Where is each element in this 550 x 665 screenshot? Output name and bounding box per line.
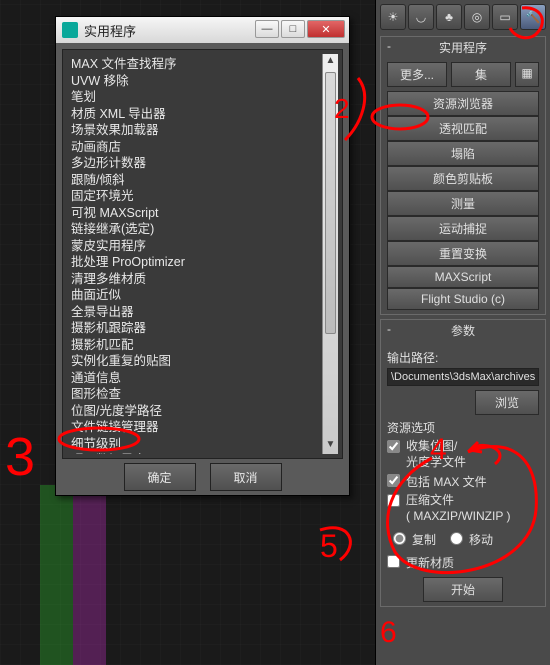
app-icon [62, 22, 78, 38]
scroll-down-icon[interactable]: ▼ [323, 438, 338, 454]
utilities-listbox[interactable]: MAX 文件查找程序UVW 移除笔划材质 XML 导出器场景效果加载器动画商店多… [67, 54, 338, 454]
command-panel-tabs: ☀ ◡ ♣ ◎ ▭ 🔨 [380, 4, 546, 30]
output-path-input[interactable] [387, 368, 539, 386]
reset-xform-button[interactable]: 重置变换 [387, 241, 539, 266]
resource-browser-button[interactable]: 资源浏览器 [387, 91, 539, 116]
list-item[interactable]: 通道信息 [71, 370, 334, 387]
display-tab-icon[interactable]: ▭ [492, 4, 518, 30]
dialog-titlebar[interactable]: 实用程序 — □ ✕ [56, 17, 349, 43]
list-item[interactable]: 文件链接管理器 [71, 419, 334, 436]
motion-capture-button[interactable]: 运动捕捉 [387, 216, 539, 241]
perspective-match-button[interactable]: 透视匹配 [387, 116, 539, 141]
copy-radio[interactable]: 复制 [393, 531, 436, 548]
color-clipboard-button[interactable]: 颜色剪贴板 [387, 166, 539, 191]
list-item[interactable]: 摄影机匹配 [71, 337, 334, 354]
list-item[interactable]: 场景效果加载器 [71, 122, 334, 139]
motion-tab-icon[interactable]: ◎ [464, 4, 490, 30]
ok-button[interactable]: 确定 [124, 463, 196, 491]
collect-bitmap-checkbox[interactable]: 收集位图/光度学文件 [387, 439, 539, 470]
create-tab-icon[interactable]: ☀ [380, 4, 406, 30]
list-item[interactable]: 位图/光度学路径 [71, 403, 334, 420]
params-rollout-title: 参数 [451, 324, 475, 338]
compress-checkbox[interactable]: 压缩文件( MAXZIP/WINZIP ) [387, 493, 539, 524]
browse-button[interactable]: 浏览 [475, 390, 539, 415]
maxscript-button[interactable]: MAXScript [387, 266, 539, 288]
list-item[interactable]: 图形检查 [71, 386, 334, 403]
list-item[interactable]: 固定环境光 [71, 188, 334, 205]
rollout-collapse-icon: - [387, 39, 391, 53]
config-button[interactable]: ▦ [515, 62, 539, 87]
include-max-checkbox[interactable]: 包括 MAX 文件 [387, 473, 539, 490]
resource-options-label: 资源选项 [387, 419, 539, 436]
list-item[interactable]: 曲面近似 [71, 287, 334, 304]
list-item[interactable]: 全景导出器 [71, 304, 334, 321]
more-button[interactable]: 更多... [387, 62, 447, 87]
list-item[interactable]: 批处理 ProOptimizer [71, 254, 334, 271]
utilities-rollout: - 实用程序 更多... 集 ▦ 资源浏览器 透视匹配 塌陷 颜色剪贴板 测量 … [380, 36, 546, 315]
list-item[interactable]: 动画商店 [71, 139, 334, 156]
list-item[interactable]: 蒙皮实用程序 [71, 238, 334, 255]
list-item[interactable]: 材质 XML 导出器 [71, 106, 334, 123]
hierarchy-tab-icon[interactable]: ♣ [436, 4, 462, 30]
params-rollout: - 参数 输出路径: 浏览 资源选项 收集位图/光度学文件 包括 MAX 文件 … [380, 319, 546, 607]
flight-studio-button[interactable]: Flight Studio (c) [387, 288, 539, 310]
modify-tab-icon[interactable]: ◡ [408, 4, 434, 30]
measure-button[interactable]: 测量 [387, 191, 539, 216]
list-item[interactable]: MAX 文件查找程序 [71, 56, 334, 73]
list-item[interactable]: 可视 MAXScript [71, 205, 334, 222]
list-item[interactable]: 照明数据导出 [71, 452, 334, 454]
list-item[interactable]: 链接继承(选定) [71, 221, 334, 238]
utilities-rollout-title: 实用程序 [439, 41, 487, 55]
sets-button[interactable]: 集 [451, 62, 511, 87]
dialog-title-text: 实用程序 [84, 21, 136, 40]
list-item[interactable]: 实例化重复的贴图 [71, 353, 334, 370]
collapse-button[interactable]: 塌陷 [387, 141, 539, 166]
command-panel: ☀ ◡ ♣ ◎ ▭ 🔨 - 实用程序 更多... 集 ▦ 资源浏览器 透视匹配 … [375, 0, 550, 665]
list-item[interactable]: 多边形计数器 [71, 155, 334, 172]
maximize-button[interactable]: □ [281, 20, 305, 38]
scroll-up-icon[interactable]: ▲ [323, 54, 338, 70]
utilities-rollout-header[interactable]: - 实用程序 [381, 37, 545, 58]
scrollbar[interactable]: ▲ ▼ [322, 54, 338, 454]
cancel-button[interactable]: 取消 [210, 463, 282, 491]
start-button[interactable]: 开始 [423, 577, 503, 602]
params-rollout-header[interactable]: - 参数 [381, 320, 545, 341]
update-material-checkbox[interactable]: 更新材质 [387, 554, 539, 571]
list-item[interactable]: 细节级别 [71, 436, 334, 453]
list-item[interactable]: 笔划 [71, 89, 334, 106]
utilities-tab-icon[interactable]: 🔨 [520, 4, 546, 30]
list-item[interactable]: 摄影机跟踪器 [71, 320, 334, 337]
list-item[interactable]: UVW 移除 [71, 73, 334, 90]
minimize-button[interactable]: — [255, 20, 279, 38]
utilities-dialog: 实用程序 — □ ✕ MAX 文件查找程序UVW 移除笔划材质 XML 导出器场… [55, 16, 350, 496]
output-path-label: 输出路径: [387, 349, 539, 366]
move-radio[interactable]: 移动 [450, 531, 493, 548]
list-item[interactable]: 清理多维材质 [71, 271, 334, 288]
rollout-collapse-icon: - [387, 322, 391, 336]
list-item[interactable]: 跟随/倾斜 [71, 172, 334, 189]
close-button[interactable]: ✕ [307, 20, 345, 38]
